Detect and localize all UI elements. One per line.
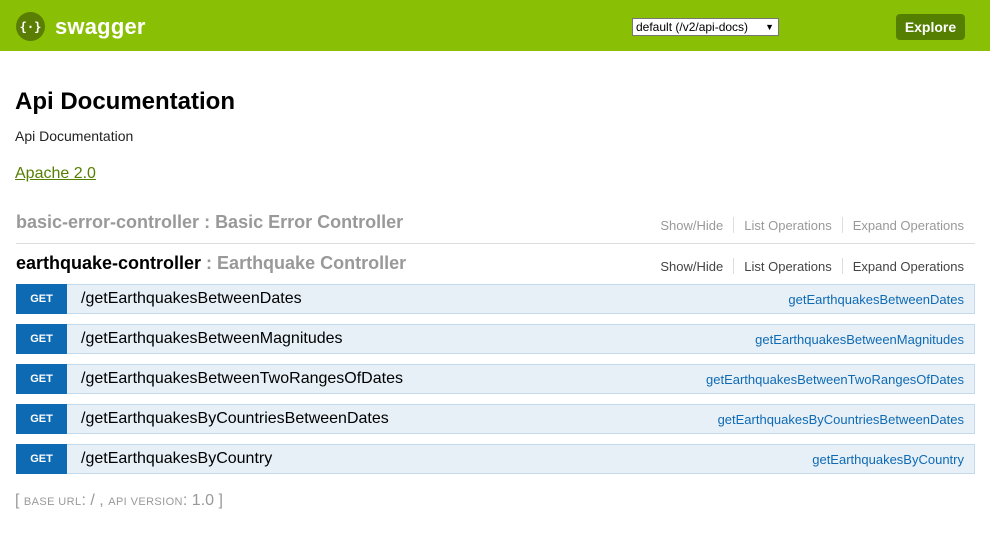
resource-description: Basic Error Controller xyxy=(215,212,404,232)
operation-path[interactable]: /getEarthquakesByCountry xyxy=(81,450,272,468)
operation-path[interactable]: /getEarthquakesBetweenDates xyxy=(81,290,302,308)
resource-earthquake-controller: earthquake-controller : Earthquake Contr… xyxy=(16,253,975,283)
footer-close-bracket: ] xyxy=(218,492,223,509)
operation-row[interactable]: GET /getEarthquakesBetweenTwoRangesOfDat… xyxy=(16,364,975,394)
resource-title[interactable]: basic-error-controller : Basic Error Con… xyxy=(16,212,403,233)
footer-open-bracket: [ xyxy=(15,492,20,509)
operation-nickname[interactable]: getEarthquakesByCountry xyxy=(812,452,964,467)
show-hide-link[interactable]: Show/Hide xyxy=(650,259,733,274)
operation-row[interactable]: GET /getEarthquakesBetweenDates getEarth… xyxy=(16,284,975,314)
resource-options: Show/Hide List Operations Expand Operati… xyxy=(650,217,964,233)
api-version-value: : 1.0 xyxy=(182,492,215,509)
logo-text: swagger xyxy=(55,13,146,39)
http-method-badge[interactable]: GET xyxy=(16,404,67,434)
operation-nickname[interactable]: getEarthquakesBetweenTwoRangesOfDates xyxy=(706,372,964,387)
operation-path[interactable]: /getEarthquakesBetweenMagnitudes xyxy=(81,330,343,348)
list-operations-link[interactable]: List Operations xyxy=(734,259,841,274)
operation-nickname[interactable]: getEarthquakesBetweenMagnitudes xyxy=(755,332,964,347)
operation-row[interactable]: GET /getEarthquakesByCountry getEarthqua… xyxy=(16,444,975,474)
http-method-badge[interactable]: GET xyxy=(16,364,67,394)
operation-row[interactable]: GET /getEarthquakesByCountriesBetweenDat… xyxy=(16,404,975,434)
operation-path[interactable]: /getEarthquakesByCountriesBetweenDates xyxy=(81,410,389,428)
operation-nickname[interactable]: getEarthquakesBetweenDates xyxy=(788,292,964,307)
resource-name: earthquake-controller xyxy=(16,253,202,273)
api-description: Api Documentation xyxy=(15,128,134,144)
top-bar: {·} swagger default (/v2/api-docs) ▼ Exp… xyxy=(0,0,990,51)
resource-options: Show/Hide List Operations Expand Operati… xyxy=(650,258,964,274)
list-operations-link[interactable]: List Operations xyxy=(734,218,841,233)
operation-row[interactable]: GET /getEarthquakesBetweenMagnitudes get… xyxy=(16,324,975,354)
http-method-badge[interactable]: GET xyxy=(16,324,67,354)
resource-divider xyxy=(16,243,975,244)
page-title: Api Documentation xyxy=(15,88,235,115)
expand-operations-link[interactable]: Expand Operations xyxy=(843,259,964,274)
api-version-label: API VERSION xyxy=(108,496,183,508)
base-url-label: BASE URL xyxy=(23,496,82,508)
resource-name: basic-error-controller xyxy=(16,212,200,232)
http-method-badge[interactable]: GET xyxy=(16,284,67,314)
swagger-logo[interactable]: {·} swagger xyxy=(16,12,146,41)
license-link[interactable]: Apache 2.0 xyxy=(15,165,96,183)
resource-title[interactable]: earthquake-controller : Earthquake Contr… xyxy=(16,253,406,274)
resource-separator: : xyxy=(201,253,218,273)
braces-icon: {·} xyxy=(16,12,45,41)
explore-button[interactable]: Explore xyxy=(896,14,965,40)
operation-nickname[interactable]: getEarthquakesByCountriesBetweenDates xyxy=(718,412,964,427)
svg-text:{·}: {·} xyxy=(20,20,42,34)
operation-path[interactable]: /getEarthquakesBetweenTwoRangesOfDates xyxy=(81,370,403,388)
api-spec-select[interactable]: default (/v2/api-docs) ▼ xyxy=(632,18,779,36)
caret-down-icon: ▼ xyxy=(765,22,774,32)
resource-separator: : xyxy=(199,212,216,232)
api-spec-select-value: default (/v2/api-docs) xyxy=(636,20,749,34)
http-method-badge[interactable]: GET xyxy=(16,444,67,474)
resource-basic-error-controller: basic-error-controller : Basic Error Con… xyxy=(16,212,975,242)
api-info-footer: [ BASE URL: / , API VERSION: 1.0 ] xyxy=(15,492,223,510)
expand-operations-link[interactable]: Expand Operations xyxy=(843,218,964,233)
resource-description: Earthquake Controller xyxy=(217,253,407,273)
show-hide-link[interactable]: Show/Hide xyxy=(650,218,733,233)
base-url-value: : / , xyxy=(81,492,104,509)
